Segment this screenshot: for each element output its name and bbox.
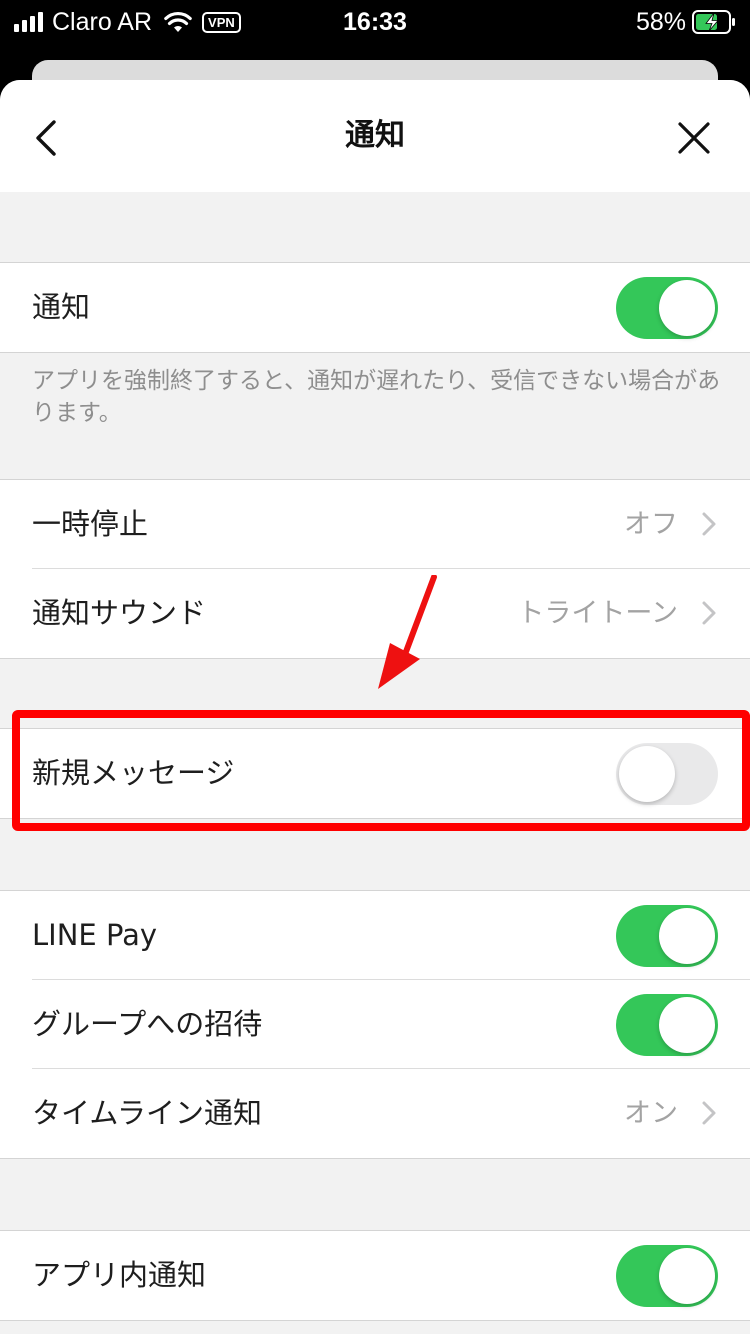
force-quit-footnote: アプリを強制終了すると、通知が遅れたり、受信できない場合があります。 bbox=[32, 368, 721, 426]
in-app-notification-label: アプリ内通知 bbox=[32, 1258, 207, 1292]
notification-sound-value: トライトーン bbox=[517, 598, 678, 629]
new-message-row: 新規メッセージ bbox=[0, 729, 750, 818]
toggle-knob bbox=[659, 997, 715, 1053]
notification-types-group: LINE Pay グループへの招待 タイムライン通知 オン bbox=[0, 890, 750, 1159]
toggle-knob bbox=[659, 908, 715, 964]
in-app-notification-toggle[interactable] bbox=[616, 1245, 718, 1307]
chevron-right-icon bbox=[702, 601, 716, 625]
master-notification-group: 通知 bbox=[0, 262, 750, 353]
red-arrow-annotation bbox=[378, 575, 437, 689]
page-title: 通知 bbox=[345, 118, 405, 153]
group-invite-toggle[interactable] bbox=[616, 994, 718, 1056]
close-icon[interactable] bbox=[676, 120, 712, 156]
pause-value: オフ bbox=[624, 509, 678, 540]
notifications-label: 通知 bbox=[32, 290, 91, 324]
new-message-toggle[interactable] bbox=[616, 743, 718, 805]
battery-charging-icon bbox=[692, 10, 735, 34]
toggle-knob bbox=[659, 1248, 715, 1304]
notifications-sheet: 通知 通知 アプリを強制終了すると、通知が遅れたり、受信できない場合があります。… bbox=[0, 80, 750, 1334]
notifications-toggle[interactable] bbox=[616, 277, 718, 339]
new-message-label: 新規メッセージ bbox=[32, 756, 235, 790]
in-app-notification-row: アプリ内通知 bbox=[0, 1231, 750, 1320]
timeline-notification-row[interactable]: タイムライン通知 オン bbox=[0, 1068, 750, 1158]
notifications-row: 通知 bbox=[0, 263, 750, 352]
timeline-notification-label: タイムライン通知 bbox=[32, 1096, 262, 1130]
group-invite-row: グループへの招待 bbox=[0, 979, 750, 1069]
chevron-right-icon bbox=[702, 512, 716, 536]
group-invite-label: グループへの招待 bbox=[32, 1007, 263, 1041]
line-pay-toggle[interactable] bbox=[616, 905, 718, 967]
line-pay-label: LINE Pay bbox=[32, 918, 158, 952]
status-right: 58% bbox=[636, 8, 736, 36]
timeline-notification-value: オン bbox=[624, 1098, 678, 1129]
status-bar: Claro AR VPN 16:33 58% bbox=[0, 0, 750, 60]
pause-label: 一時停止 bbox=[32, 507, 149, 541]
pause-row[interactable]: 一時停止 オフ bbox=[0, 480, 750, 569]
line-pay-row: LINE Pay bbox=[0, 891, 750, 980]
chevron-right-icon bbox=[702, 1101, 716, 1125]
navigation-bar: 通知 bbox=[0, 80, 750, 192]
new-message-group: 新規メッセージ bbox=[0, 728, 750, 819]
notification-sound-label: 通知サウンド bbox=[32, 596, 207, 630]
in-app-group: アプリ内通知 bbox=[0, 1230, 750, 1321]
toggle-knob bbox=[659, 280, 715, 336]
battery-percentage: 58% bbox=[635, 7, 686, 36]
toggle-knob bbox=[619, 746, 675, 802]
